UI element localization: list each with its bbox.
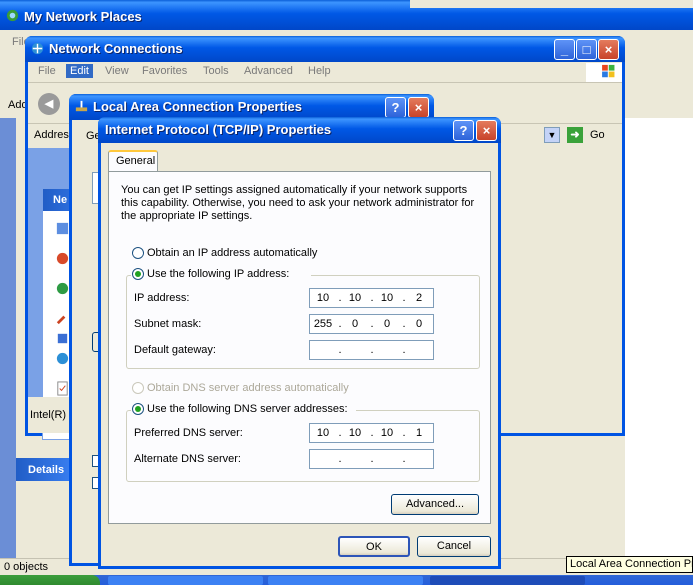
ip-address-input[interactable]: 10. 10. 10. 2 (309, 288, 434, 308)
tab-general[interactable]: General (108, 150, 158, 171)
close-button[interactable]: × (408, 97, 429, 118)
task-icon (56, 352, 69, 365)
general-tab-panel: You can get IP settings assigned automat… (108, 171, 491, 524)
help-icon: ? (459, 123, 468, 138)
taskbar-item[interactable] (430, 576, 585, 585)
windows-logo-icon (586, 63, 622, 82)
close-button[interactable]: × (476, 120, 497, 141)
description-text: You can get IP settings assigned automat… (121, 184, 475, 222)
menu-edit[interactable]: Edit (66, 64, 93, 78)
cancel-label: Cancel (436, 540, 472, 552)
ip-manual-radio[interactable] (132, 268, 144, 280)
ip-octet: 10 (380, 292, 394, 304)
dns-octet: 10 (380, 427, 394, 439)
cancel-button[interactable]: Cancel (417, 536, 491, 557)
document-icon (57, 381, 68, 396)
back-button[interactable]: ◀ (38, 93, 60, 115)
ip-address-label: IP address: (134, 292, 190, 304)
preferred-dns-label: Preferred DNS server: (134, 427, 243, 439)
wrench-icon (56, 315, 66, 325)
details-label: Details (28, 464, 65, 476)
ok-button[interactable]: OK (338, 536, 410, 557)
menu-file[interactable]: File (38, 65, 56, 77)
menu-advanced[interactable]: Advanced (244, 65, 293, 77)
subnet-octet: 255 (313, 318, 333, 330)
go-button[interactable]: ➜ Go (567, 127, 617, 145)
task-icon (56, 282, 69, 295)
help-button[interactable]: ? (453, 120, 474, 141)
dns-octet: 10 (348, 427, 362, 439)
advanced-label: Advanced... (405, 498, 465, 510)
ok-label: OK (366, 541, 382, 553)
subnet-octet: 0 (383, 318, 391, 330)
dns-octet: 1 (415, 427, 423, 439)
close-icon: × (482, 123, 491, 138)
tab-general-label: General (116, 155, 156, 167)
ip-auto-label[interactable]: Obtain an IP address automatically (147, 247, 317, 259)
task-icon (57, 333, 68, 344)
dns-server-group (126, 410, 480, 482)
close-icon: × (414, 100, 423, 115)
task-pane-header: Ne (53, 194, 68, 206)
adapter-text: Intel(R) (30, 409, 67, 421)
back-arrow-icon: ◀ (44, 98, 54, 110)
start-button[interactable] (0, 575, 100, 585)
ip-manual-label[interactable]: Use the following IP address: (147, 268, 289, 280)
taskbar (0, 575, 693, 585)
maximize-icon: □ (582, 42, 591, 57)
menu-favorites[interactable]: Favorites (142, 65, 187, 77)
menu-tools[interactable]: Tools (203, 65, 229, 77)
alternate-dns-input[interactable]: . . . (309, 449, 434, 469)
alternate-dns-label: Alternate DNS server: (134, 453, 241, 465)
advanced-button[interactable]: Advanced... (391, 494, 479, 515)
network-adapter-icon (75, 100, 88, 112)
task-icon (56, 252, 69, 265)
ip-octet: 10 (348, 292, 362, 304)
network-connections-title: Network Connections (49, 41, 183, 56)
status-object-count: 0 objects (4, 561, 49, 573)
task-icon (56, 222, 69, 235)
close-button[interactable]: × (598, 39, 619, 60)
my-network-places-title: My Network Places (24, 9, 142, 24)
help-button[interactable]: ? (385, 97, 406, 118)
default-gateway-label: Default gateway: (134, 344, 216, 356)
ip-octet: 2 (415, 292, 423, 304)
tooltip-text: Local Area Connection Pro (570, 558, 693, 570)
ip-auto-radio[interactable] (132, 247, 144, 259)
lan-properties-title: Local Area Connection Properties (93, 99, 303, 114)
tcpip-title: Internet Protocol (TCP/IP) Properties (105, 122, 332, 137)
network-connections-icon (31, 42, 44, 55)
go-arrow-icon: ➜ (567, 127, 583, 143)
subnet-mask-input[interactable]: 255. 0. 0. 0 (309, 314, 434, 334)
help-icon: ? (391, 100, 400, 115)
menu-help[interactable]: Help (308, 65, 331, 77)
subnet-octet: 0 (351, 318, 359, 330)
ip-octet: 10 (316, 292, 330, 304)
dns-manual-radio[interactable] (132, 403, 144, 415)
tcpip-properties-dialog: Internet Protocol (TCP/IP) Properties ? … (98, 117, 501, 569)
preferred-dns-input[interactable]: 10. 10. 10. 1 (309, 423, 434, 443)
taskbar-item[interactable] (108, 576, 263, 585)
tcpip-titlebar[interactable]: Internet Protocol (TCP/IP) Properties ? … (98, 117, 501, 143)
default-gateway-input[interactable]: . . . (309, 340, 434, 360)
address-dropdown-button[interactable]: ▼ (544, 127, 560, 143)
maximize-button[interactable]: □ (576, 39, 597, 60)
taskbar-item[interactable] (268, 576, 423, 585)
details-header[interactable]: Details (16, 458, 76, 481)
dns-auto-label[interactable]: Obtain DNS server address automatically (147, 382, 349, 394)
minimize-icon: _ (560, 42, 569, 57)
chevron-down-icon: ▼ (547, 130, 557, 140)
close-icon: × (604, 42, 613, 57)
menu-view[interactable]: View (105, 65, 129, 77)
network-places-icon (6, 9, 19, 22)
go-label: Go (590, 129, 605, 141)
subnet-mask-label: Subnet mask: (134, 318, 202, 330)
subnet-octet: 0 (415, 318, 423, 330)
dns-manual-label[interactable]: Use the following DNS server addresses: (147, 403, 348, 415)
tooltip: Local Area Connection Pro (566, 556, 693, 573)
network-connections-titlebar[interactable]: Network Connections _ □ × (25, 36, 625, 62)
dns-auto-radio[interactable] (132, 382, 144, 394)
dns-octet: 10 (316, 427, 330, 439)
minimize-button[interactable]: _ (554, 39, 575, 60)
